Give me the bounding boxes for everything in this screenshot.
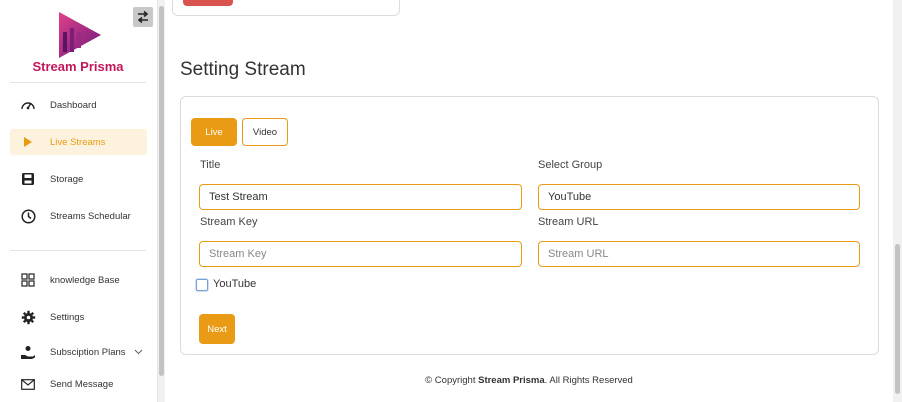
chevron-down-icon bbox=[134, 349, 142, 355]
sidebar-item-label: Storage bbox=[50, 173, 84, 185]
sidebar-item-live-streams[interactable]: Live Streams bbox=[10, 129, 147, 155]
stream-url-field[interactable] bbox=[538, 241, 860, 267]
title-field[interactable] bbox=[199, 184, 522, 210]
select-group-label: Select Group bbox=[538, 159, 603, 171]
previous-card bbox=[172, 0, 400, 16]
sidebar-scrollbar-thumb[interactable] bbox=[159, 6, 164, 376]
stream-url-label: Stream URL bbox=[538, 216, 599, 228]
main-scrollbar[interactable] bbox=[893, 0, 902, 402]
sidebar-item-label: Subsciption Plans bbox=[50, 346, 126, 358]
sidebar-item-label: Live Streams bbox=[50, 136, 106, 148]
page-title: Setting Stream bbox=[180, 59, 306, 80]
sidebar-scrollbar[interactable] bbox=[158, 0, 165, 402]
gear-icon bbox=[19, 308, 37, 326]
title-label: Title bbox=[200, 159, 221, 171]
main-scrollbar-thumb[interactable] bbox=[895, 244, 900, 394]
hand-coin-icon bbox=[19, 343, 37, 361]
tab-live[interactable]: Live bbox=[191, 118, 237, 146]
footer-suffix: . All Rights Reserved bbox=[544, 375, 633, 386]
youtube-checkbox-label[interactable]: YouTube bbox=[213, 278, 256, 290]
next-button[interactable]: Next bbox=[199, 314, 235, 344]
previous-card-button[interactable] bbox=[183, 0, 233, 6]
select-group-field[interactable] bbox=[538, 184, 860, 210]
footer-copyright: © Copyright bbox=[425, 375, 476, 386]
youtube-checkbox[interactable] bbox=[196, 279, 208, 291]
sidebar: Stream Prisma Dashboard Live Streams Sto… bbox=[0, 0, 158, 402]
sidebar-item-label: Settings bbox=[50, 311, 85, 323]
sidebar-item-label: Dashboard bbox=[50, 99, 97, 111]
sidebar-divider bbox=[10, 82, 146, 83]
sidebar-divider bbox=[10, 250, 146, 251]
sidebar-item-label: Send Message bbox=[50, 378, 114, 390]
grid-icon bbox=[19, 271, 37, 289]
swap-arrows-icon bbox=[137, 10, 149, 24]
sidebar-item-storage[interactable]: Storage bbox=[10, 166, 147, 192]
tab-video[interactable]: Video bbox=[242, 118, 288, 146]
sidebar-item-settings[interactable]: Settings bbox=[10, 304, 147, 330]
sidebar-item-dashboard[interactable]: Dashboard bbox=[10, 92, 147, 118]
footer-brand: Stream Prisma bbox=[478, 375, 545, 386]
sidebar-item-label: knowledge Base bbox=[50, 274, 120, 286]
sidebar-item-label: Streams Schedular bbox=[50, 210, 131, 222]
sidebar-item-subscription-plans[interactable]: Subsciption Plans bbox=[10, 339, 147, 365]
sidebar-item-send-message[interactable]: Send Message bbox=[10, 371, 147, 397]
sidebar-item-streams-schedular[interactable]: Streams Schedular bbox=[10, 203, 147, 229]
gauge-icon bbox=[19, 96, 37, 114]
brand-name: Stream Prisma bbox=[32, 59, 124, 74]
stream-key-label: Stream Key bbox=[200, 216, 258, 228]
sidebar-item-knowledge-base[interactable]: knowledge Base bbox=[10, 267, 147, 293]
clock-icon bbox=[19, 207, 37, 225]
envelope-icon bbox=[19, 375, 37, 393]
sidebar-toggle-button[interactable] bbox=[133, 7, 153, 27]
stream-key-field[interactable] bbox=[199, 241, 522, 267]
stream-prisma-logo bbox=[59, 12, 101, 58]
footer: © Copyright Stream Prisma. All Rights Re… bbox=[165, 375, 893, 386]
play-icon bbox=[19, 133, 37, 151]
floppy-icon bbox=[19, 170, 37, 188]
